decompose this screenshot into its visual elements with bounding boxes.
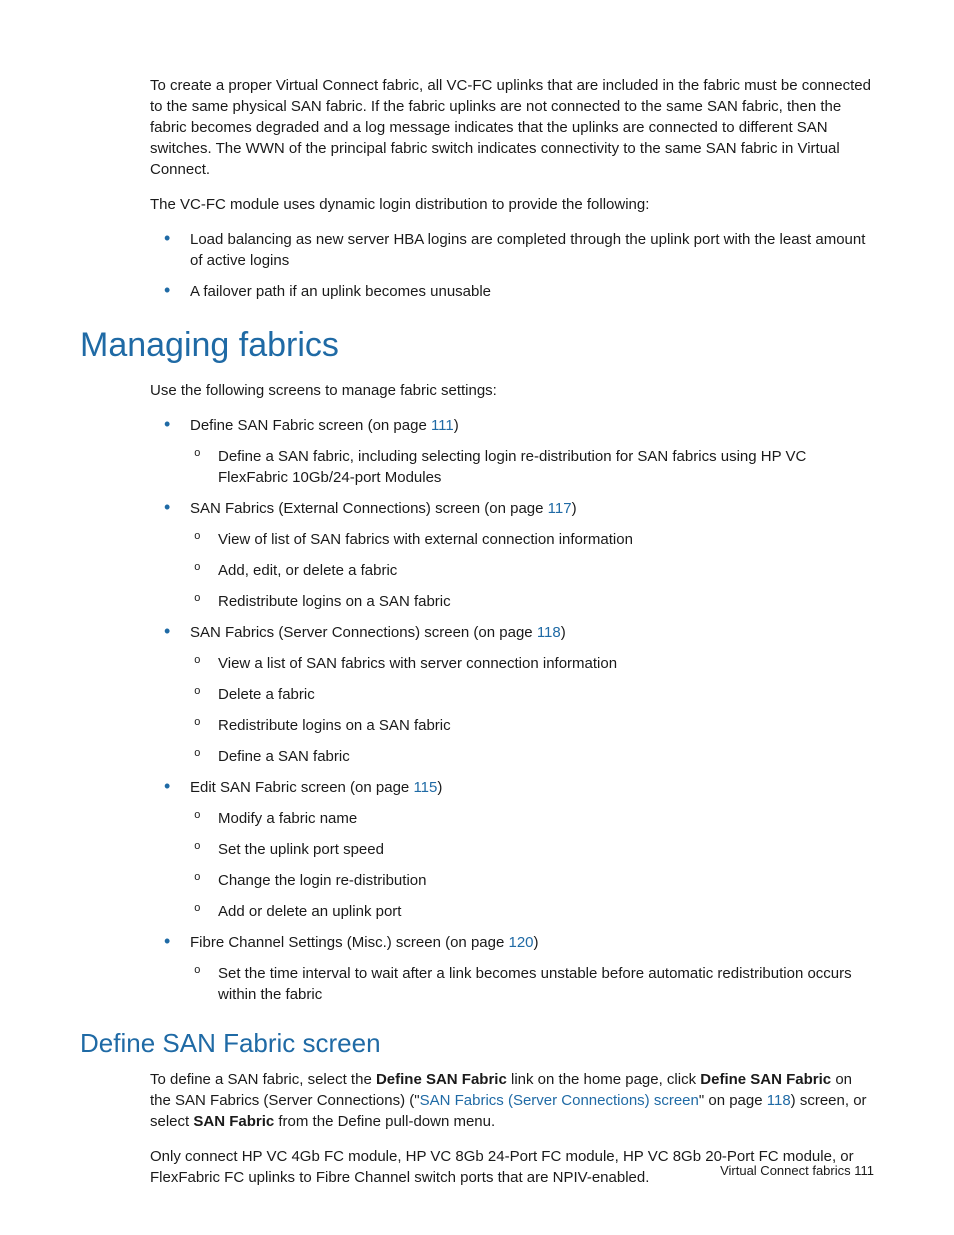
- sub-item: View of list of SAN fabrics with externa…: [190, 529, 874, 550]
- managing-list: Define SAN Fabric screen (on page 111) D…: [150, 415, 874, 1005]
- page-link[interactable]: 111: [431, 417, 454, 434]
- intro-list: Load balancing as new server HBA logins …: [150, 229, 874, 302]
- text: ): [437, 779, 442, 796]
- heading-define-san-fabric: Define SAN Fabric screen: [80, 1025, 874, 1061]
- bold-text: SAN Fabric: [193, 1113, 274, 1130]
- list-item: SAN Fabrics (Server Connections) screen …: [150, 622, 874, 767]
- sub-item: Define a SAN fabric: [190, 746, 874, 767]
- sub-item: Redistribute logins on a SAN fabric: [190, 715, 874, 736]
- text: ): [454, 417, 459, 434]
- page-link[interactable]: 118: [537, 624, 561, 641]
- list-item: A failover path if an uplink becomes unu…: [150, 281, 874, 302]
- sub-item: Add or delete an uplink port: [190, 901, 874, 922]
- sub-item: Change the login re-distribution: [190, 870, 874, 891]
- define-para-1: To define a SAN fabric, select the Defin…: [150, 1069, 874, 1132]
- list-item: Fibre Channel Settings (Misc.) screen (o…: [150, 932, 874, 1005]
- text: ): [534, 934, 539, 951]
- page-link[interactable]: 117: [548, 500, 572, 517]
- intro-para-1: To create a proper Virtual Connect fabri…: [150, 75, 874, 180]
- sub-item: Set the uplink port speed: [190, 839, 874, 860]
- list-item: Edit SAN Fabric screen (on page 115) Mod…: [150, 777, 874, 922]
- page-link[interactable]: 120: [508, 934, 533, 951]
- sub-item: Modify a fabric name: [190, 808, 874, 829]
- page-link[interactable]: 115: [413, 779, 437, 796]
- list-item: Define SAN Fabric screen (on page 111) D…: [150, 415, 874, 488]
- text: ): [572, 500, 577, 517]
- heading-managing-fabrics: Managing fabrics: [80, 322, 874, 370]
- sub-item: Set the time interval to wait after a li…: [190, 963, 874, 1005]
- sub-item: View a list of SAN fabrics with server c…: [190, 653, 874, 674]
- managing-intro: Use the following screens to manage fabr…: [150, 380, 874, 401]
- text: Define SAN Fabric screen (on page: [190, 417, 431, 434]
- bold-text: Define SAN Fabric: [700, 1071, 831, 1088]
- text: Fibre Channel Settings (Misc.) screen (o…: [190, 934, 508, 951]
- bold-text: Define SAN Fabric: [376, 1071, 507, 1088]
- text: ): [561, 624, 566, 641]
- text: Edit SAN Fabric screen (on page: [190, 779, 413, 796]
- sub-item: Add, edit, or delete a fabric: [190, 560, 874, 581]
- text: SAN Fabrics (Server Connections) screen …: [190, 624, 537, 641]
- list-item: Load balancing as new server HBA logins …: [150, 229, 874, 271]
- sub-item: Delete a fabric: [190, 684, 874, 705]
- sub-item: Define a SAN fabric, including selecting…: [190, 446, 874, 488]
- cross-ref-link[interactable]: SAN Fabrics (Server Connections) screen: [420, 1092, 699, 1109]
- page-footer: Virtual Connect fabrics 111: [720, 1162, 874, 1180]
- text: SAN Fabrics (External Connections) scree…: [190, 500, 548, 517]
- list-item: SAN Fabrics (External Connections) scree…: [150, 498, 874, 612]
- sub-item: Redistribute logins on a SAN fabric: [190, 591, 874, 612]
- page-link[interactable]: 118: [767, 1092, 791, 1109]
- intro-para-2: The VC-FC module uses dynamic login dist…: [150, 194, 874, 215]
